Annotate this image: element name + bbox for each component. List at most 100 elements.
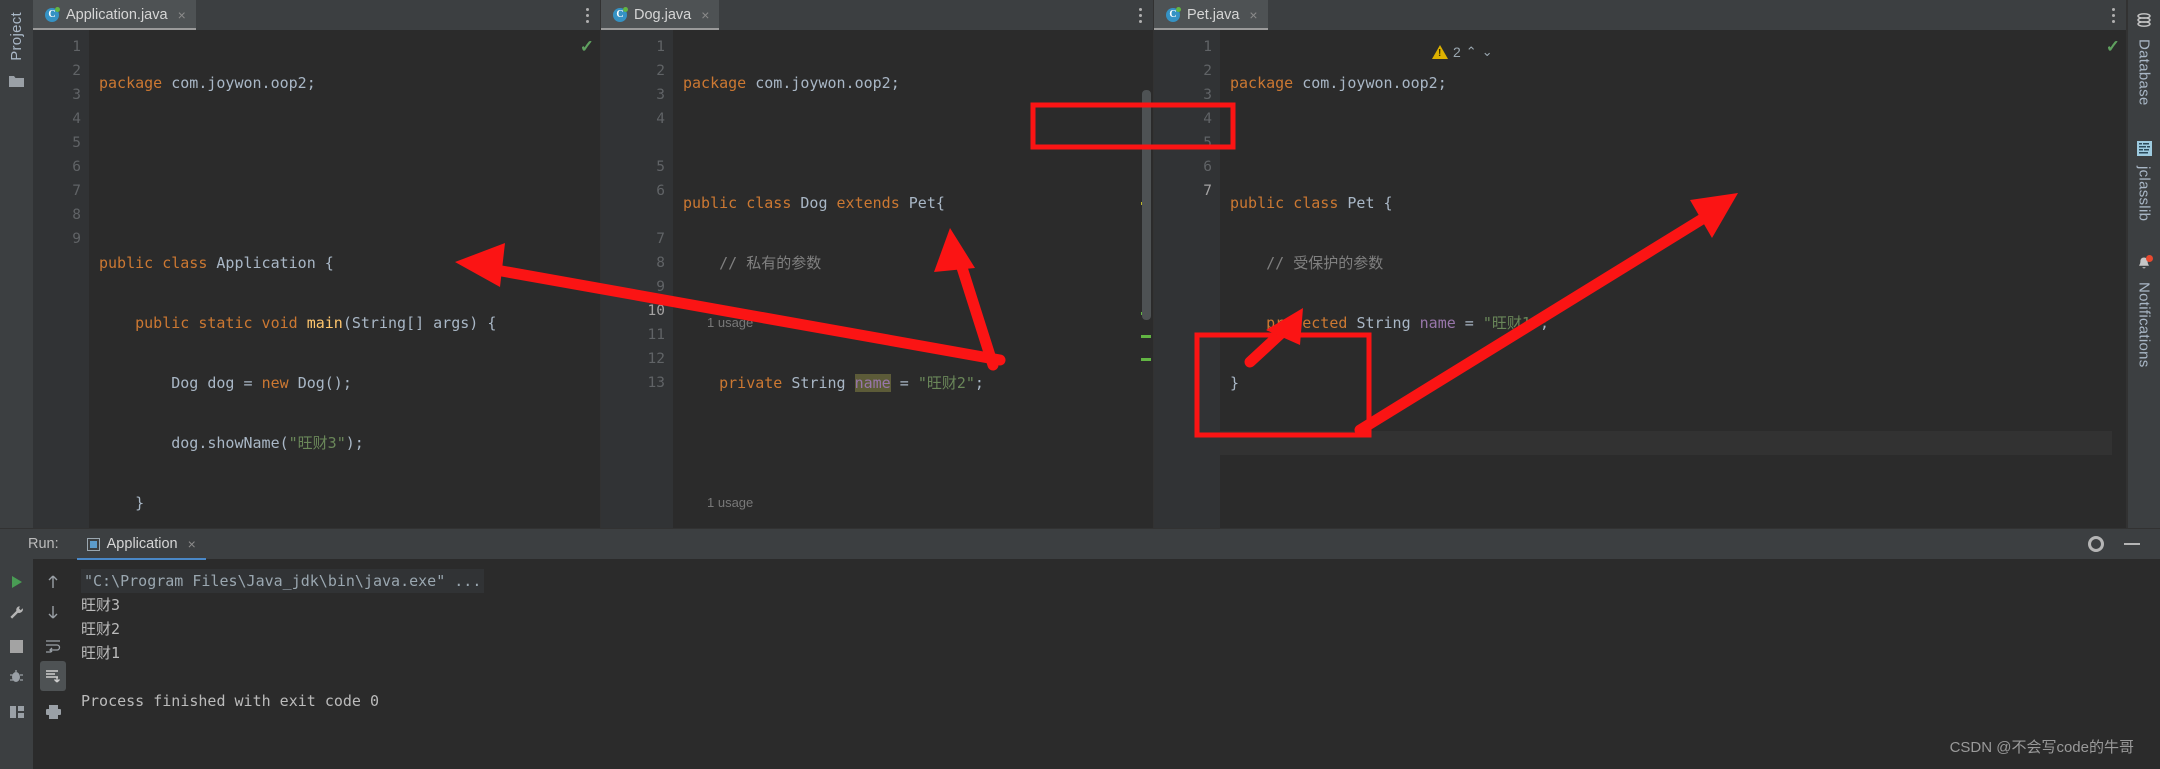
line-number: 3 xyxy=(72,87,81,103)
tab-pet-java-label: Pet.java xyxy=(1187,7,1240,23)
line-number: 13 xyxy=(647,375,665,391)
editor-options-icon-1[interactable] xyxy=(574,0,600,30)
run-toolbar-primary xyxy=(0,559,33,769)
line-number: 9 xyxy=(72,231,81,247)
ide-window: Project C Application.java × 1 2 3 4 5 6… xyxy=(0,0,2160,769)
usage-inlay-hint[interactable]: 1 usage xyxy=(673,491,1139,515)
code-area-1[interactable]: package com.joywon.oop2; public class Ap… xyxy=(89,30,586,528)
code-line: package com.joywon.oop2; xyxy=(99,74,316,92)
warning-count: 2 xyxy=(1453,44,1461,60)
field-occurrence-highlight: name xyxy=(854,374,891,392)
line-number: 2 xyxy=(72,63,81,79)
sidebar-item-project-label: Project xyxy=(8,12,25,61)
editor-dog-java: C Dog.java × 1 2 3 4 5 6 7 8 9 10 11 12 … xyxy=(601,0,1154,528)
run-tab-application[interactable]: Application × xyxy=(76,529,206,560)
code-line: package com.joywon.oop2; xyxy=(1230,74,1447,92)
line-number-inlay-spacer xyxy=(601,131,673,155)
scroll-to-end-icon[interactable] xyxy=(40,661,66,691)
bug-icon[interactable] xyxy=(4,661,30,691)
change-marker[interactable] xyxy=(1141,335,1151,338)
tab-close-icon[interactable]: × xyxy=(1249,7,1257,23)
code-line: private String name = "旺财2"; xyxy=(683,374,984,392)
sidebar-item-database[interactable]: Database xyxy=(2136,6,2153,112)
editor-body-2: 1 2 3 4 5 6 7 8 9 10 11 12 13 package co… xyxy=(601,30,1153,528)
arrow-up-icon[interactable] xyxy=(40,567,66,597)
line-number: 5 xyxy=(1203,135,1212,151)
sidebar-item-notifications[interactable]: Notifications xyxy=(2136,249,2153,374)
warning-triangle-icon xyxy=(1432,45,1448,59)
line-number: 8 xyxy=(72,207,81,223)
console-command-line: "C:\Program Files\Java_jdk\bin\java.exe"… xyxy=(81,569,485,593)
line-number: 5 xyxy=(72,135,81,151)
tab-application-java[interactable]: C Application.java × xyxy=(33,0,196,30)
console-line: 旺财2 xyxy=(81,620,121,638)
stop-button[interactable] xyxy=(4,631,30,661)
code-line: public class Pet { xyxy=(1230,194,1393,212)
gutter-1[interactable]: 1 2 3 4 5 6 7 8 9 xyxy=(33,30,89,528)
console-output[interactable]: "C:\Program Files\Java_jdk\bin\java.exe"… xyxy=(73,559,2160,769)
run-config-icon xyxy=(86,537,100,551)
code-line: // 受保护的参数 xyxy=(1230,254,1384,272)
left-tool-rail: Project xyxy=(0,0,33,528)
jclasslib-icon xyxy=(2136,140,2152,156)
minimize-icon[interactable] xyxy=(2124,543,2140,545)
marker-strip-2[interactable] xyxy=(1139,30,1153,528)
line-number: 3 xyxy=(656,87,665,103)
line-number: 6 xyxy=(656,183,665,199)
sidebar-item-project[interactable]: Project xyxy=(8,6,25,92)
change-marker[interactable] xyxy=(1141,358,1151,361)
layout-icon[interactable] xyxy=(4,697,30,727)
arrow-down-icon[interactable] xyxy=(40,597,66,627)
chevron-down-icon[interactable]: ⌄ xyxy=(1482,44,1493,60)
marker-strip-1[interactable]: ✓ xyxy=(580,30,600,528)
tab-dog-java-label: Dog.java xyxy=(634,7,692,23)
line-number: 4 xyxy=(656,111,665,127)
editor-region: Project C Application.java × 1 2 3 4 5 6… xyxy=(0,0,2160,528)
line-number: 11 xyxy=(647,327,665,343)
java-class-icon: C xyxy=(45,7,60,22)
sidebar-item-database-label: Database xyxy=(2135,39,2153,106)
tab-close-icon[interactable]: × xyxy=(701,7,709,23)
printer-icon[interactable] xyxy=(40,697,66,727)
gutter-2[interactable]: 1 2 3 4 5 6 7 8 9 10 11 12 13 xyxy=(601,30,673,528)
code-area-3[interactable]: package com.joywon.oop2; public class Pe… xyxy=(1220,30,2112,528)
code-line: protected String name = "旺财1"; xyxy=(1230,314,1549,332)
editor-application-java: C Application.java × 1 2 3 4 5 6 7 8 9 p… xyxy=(33,0,601,528)
sidebar-item-notifications-label: Notifications xyxy=(2135,281,2153,368)
line-number: 8 xyxy=(656,255,665,271)
code-area-2[interactable]: package com.joywon.oop2; public class Do… xyxy=(673,30,1139,528)
sidebar-item-jclasslib[interactable]: jclasslib xyxy=(2136,134,2153,227)
marker-strip-3[interactable]: ✓ xyxy=(2106,30,2126,528)
editor-options-icon-2[interactable] xyxy=(1127,0,1153,30)
line-number: 10 xyxy=(647,303,665,319)
sidebar-item-jclasslib-label: jclasslib xyxy=(2135,165,2153,221)
wrench-icon[interactable] xyxy=(4,597,30,627)
gear-icon[interactable] xyxy=(2088,536,2104,552)
editor-scrollbar[interactable] xyxy=(1142,90,1151,320)
tab-dog-java[interactable]: C Dog.java × xyxy=(601,0,720,30)
usage-inlay-hint[interactable]: 1 usage xyxy=(673,311,1139,335)
tab-close-icon[interactable]: × xyxy=(188,536,196,552)
gutter-3[interactable]: 1 2 3 4 5 6 7 xyxy=(1154,30,1220,528)
editor-options-icon-3[interactable] xyxy=(2100,0,2126,30)
tabbar-spacer-1 xyxy=(196,0,574,30)
soft-wrap-icon[interactable] xyxy=(40,631,66,661)
chevron-up-icon[interactable]: ⌃ xyxy=(1466,44,1477,60)
inspection-widget-dog[interactable]: 2 ⌃ ⌄ xyxy=(1432,44,2130,60)
database-icon xyxy=(2136,13,2152,29)
line-number: 7 xyxy=(656,231,665,247)
line-number: 7 xyxy=(1203,183,1212,199)
run-header-actions xyxy=(2088,536,2160,552)
bell-icon xyxy=(2136,254,2153,272)
inspection-ok-icon[interactable]: ✓ xyxy=(580,37,594,57)
java-class-icon: C xyxy=(1166,7,1181,22)
tab-close-icon[interactable]: × xyxy=(178,7,186,23)
code-line: package com.joywon.oop2; xyxy=(683,74,900,92)
rerun-button[interactable] xyxy=(4,567,30,597)
code-line: Dog dog = new Dog(); xyxy=(99,374,352,392)
tab-pet-java[interactable]: C Pet.java × xyxy=(1154,0,1268,30)
console-line: 旺财1 xyxy=(81,644,121,662)
